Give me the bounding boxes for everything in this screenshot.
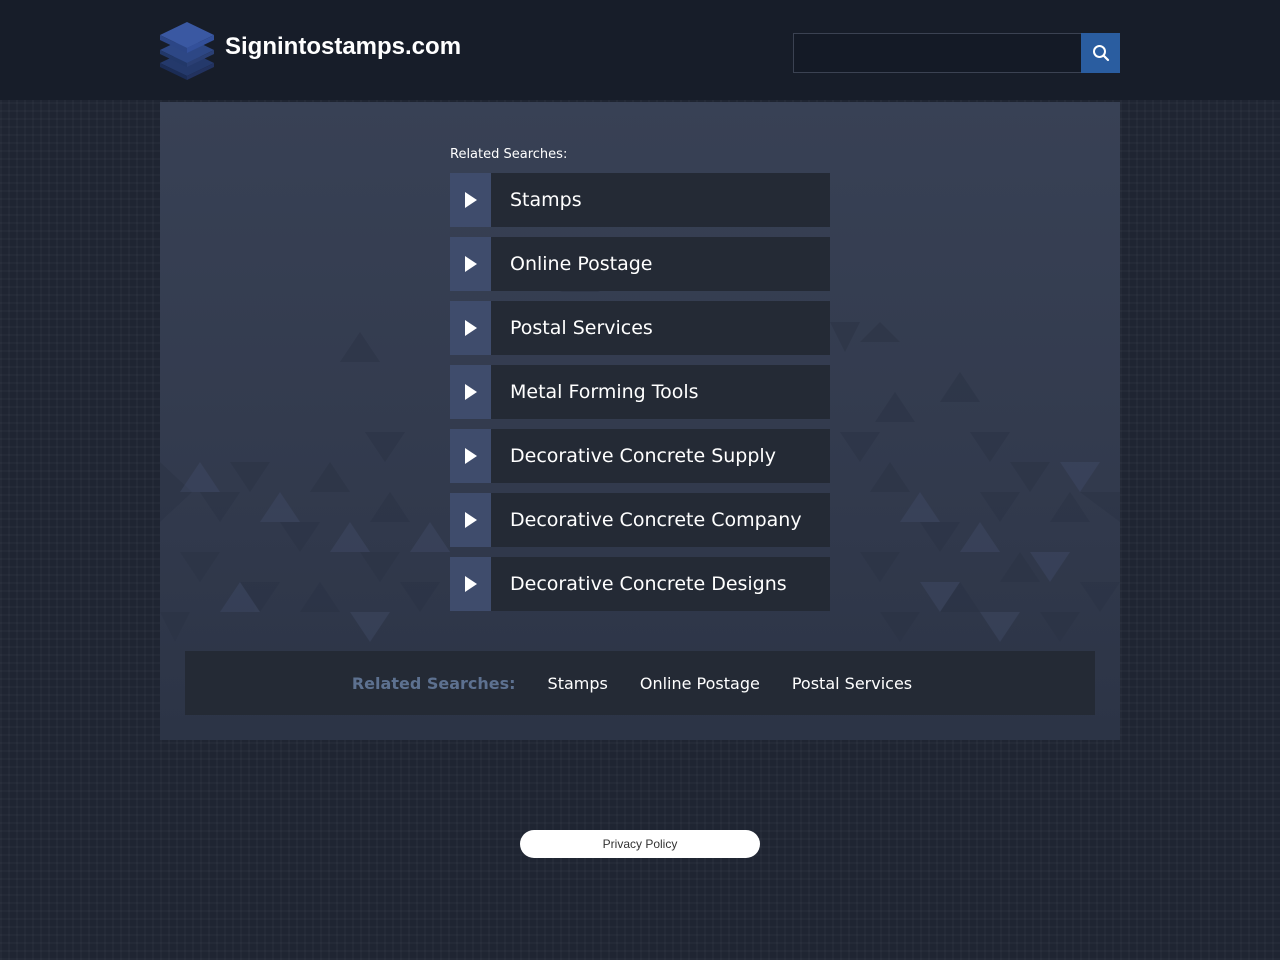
- bottom-related-bar: Related Searches: Stamps Online Postage …: [185, 651, 1095, 715]
- related-link-label: Stamps: [510, 189, 582, 211]
- play-triangle-icon: [450, 429, 491, 483]
- play-triangle-icon: [450, 237, 491, 291]
- search-input[interactable]: [793, 33, 1081, 73]
- related-link-label: Decorative Concrete Company: [510, 509, 802, 531]
- bottom-link-online-postage[interactable]: Online Postage: [640, 674, 760, 693]
- search-button[interactable]: [1081, 33, 1120, 73]
- related-links-list: Stamps Online Postage Postal Services Me…: [450, 173, 830, 621]
- bottom-related-heading: Related Searches:: [351, 673, 516, 693]
- related-link-postal-services[interactable]: Postal Services: [450, 301, 830, 355]
- related-link-label: Postal Services: [510, 317, 653, 339]
- related-link-label: Decorative Concrete Designs: [510, 573, 787, 595]
- related-link-label: Online Postage: [510, 253, 653, 275]
- related-link-decorative-concrete-supply[interactable]: Decorative Concrete Supply: [450, 429, 830, 483]
- related-link-online-postage[interactable]: Online Postage: [450, 237, 830, 291]
- related-link-metal-forming-tools[interactable]: Metal Forming Tools: [450, 365, 830, 419]
- stacked-layers-icon: [160, 22, 214, 80]
- play-triangle-icon: [450, 557, 491, 611]
- related-link-decorative-concrete-company[interactable]: Decorative Concrete Company: [450, 493, 830, 547]
- related-link-decorative-concrete-designs[interactable]: Decorative Concrete Designs: [450, 557, 830, 611]
- privacy-policy-link[interactable]: Privacy Policy: [520, 830, 760, 858]
- bottom-link-stamps[interactable]: Stamps: [548, 674, 608, 693]
- play-triangle-icon: [450, 301, 491, 355]
- search-form: [793, 33, 1120, 73]
- related-link-label: Metal Forming Tools: [510, 381, 699, 403]
- related-link-label: Decorative Concrete Supply: [510, 445, 776, 467]
- play-triangle-icon: [450, 173, 491, 227]
- site-logo[interactable]: Signintostamps.com: [160, 20, 461, 80]
- top-header: Signintostamps.com: [0, 0, 1280, 100]
- play-triangle-icon: [450, 365, 491, 419]
- play-triangle-icon: [450, 493, 491, 547]
- related-link-stamps[interactable]: Stamps: [450, 173, 830, 227]
- main-panel: Related Searches: Stamps Online Postage …: [160, 102, 1120, 740]
- bottom-link-postal-services[interactable]: Postal Services: [792, 674, 912, 693]
- magnifier-icon: [1092, 45, 1109, 62]
- related-searches-heading: Related Searches:: [450, 147, 568, 162]
- site-name: Signintostamps.com: [225, 33, 462, 60]
